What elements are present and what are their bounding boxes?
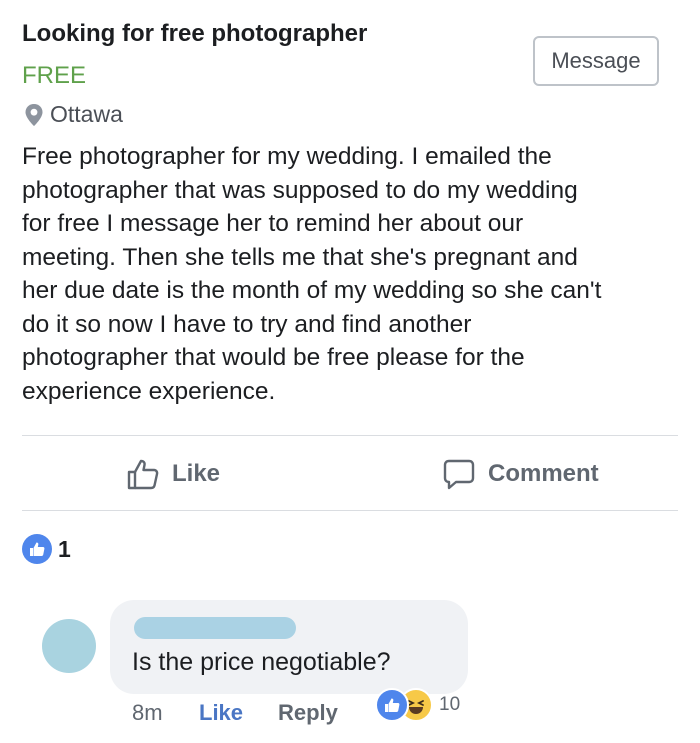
divider <box>22 510 678 511</box>
commenter-name-redacted[interactable] <box>134 617 296 639</box>
comment-like-link[interactable]: Like <box>199 700 243 726</box>
like-reaction-icon <box>22 534 52 564</box>
like-reaction-icon <box>375 688 409 722</box>
map-pin-icon <box>25 103 43 126</box>
thumbs-up-outline-icon <box>127 459 159 490</box>
comment-reactions[interactable]: 10 <box>375 688 460 722</box>
comment-button[interactable]: Comment <box>442 452 599 496</box>
comment-reaction-count: 10 <box>439 694 461 715</box>
reaction-count: 1 <box>58 535 71 562</box>
reaction-summary[interactable]: 1 <box>22 534 71 564</box>
like-button[interactable]: Like <box>126 452 220 496</box>
divider <box>22 435 678 436</box>
comment-reply-link[interactable]: Reply <box>278 700 338 726</box>
listing-description: Free photographer for my wedding. I emai… <box>22 143 602 405</box>
speech-bubble-icon <box>443 459 475 490</box>
listing-title: Looking for free photographer <box>22 20 368 47</box>
listing-price: FREE <box>22 62 87 89</box>
like-label: Like <box>172 460 221 487</box>
message-button[interactable]: Message <box>533 36 659 86</box>
commenter-avatar[interactable] <box>42 619 96 673</box>
comment-bubble: Is the price negotiable? <box>110 600 468 694</box>
location-text: Ottawa <box>50 101 123 127</box>
comment-time: 8m <box>132 700 163 725</box>
comment-text: Is the price negotiable? <box>132 648 391 676</box>
comment-label: Comment <box>488 460 599 487</box>
listing-location: Ottawa <box>24 101 123 128</box>
